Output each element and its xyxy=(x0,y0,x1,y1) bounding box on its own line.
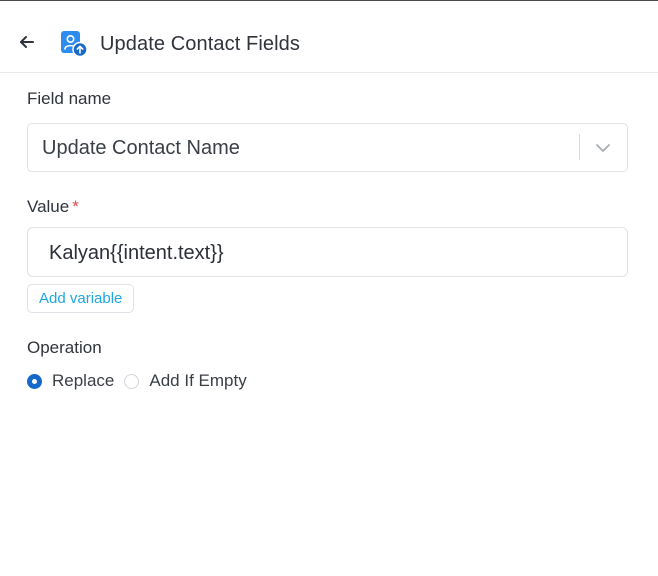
field-name-selected-value: Update Contact Name xyxy=(42,137,240,159)
radio-replace-checked[interactable] xyxy=(27,373,42,389)
value-label-text: Value xyxy=(27,197,70,216)
page-title: Update Contact Fields xyxy=(100,33,300,55)
radio-option-add-if-empty[interactable]: Add If Empty xyxy=(124,370,247,392)
required-marker: * xyxy=(72,197,79,216)
operation-label: Operation xyxy=(27,338,102,357)
operation-radio-group: Replace Add If Empty xyxy=(27,370,257,392)
update-contact-fields-panel: Update Contact Fields Field name Update … xyxy=(0,0,658,576)
value-input[interactable]: Kalyan{{intent.text}} xyxy=(27,227,628,277)
back-button[interactable] xyxy=(14,29,40,55)
radio-add-if-empty-label: Add If Empty xyxy=(149,371,247,390)
add-variable-button[interactable]: Add variable xyxy=(27,284,135,313)
radio-option-replace[interactable]: Replace xyxy=(27,370,114,392)
value-label: Value * xyxy=(27,196,79,218)
panel-header: Update Contact Fields xyxy=(0,1,658,73)
field-name-select[interactable]: Update Contact Name xyxy=(27,123,628,172)
chevron-down-icon[interactable] xyxy=(594,139,612,157)
radio-add-if-empty-unchecked[interactable] xyxy=(124,373,140,389)
select-divider xyxy=(579,134,580,160)
radio-replace-label: Replace xyxy=(52,371,115,390)
contact-update-icon xyxy=(61,31,88,58)
field-name-label: Field name xyxy=(27,89,112,108)
arrow-left-icon xyxy=(20,36,34,48)
value-input-text: Kalyan{{intent.text}} xyxy=(49,242,224,264)
